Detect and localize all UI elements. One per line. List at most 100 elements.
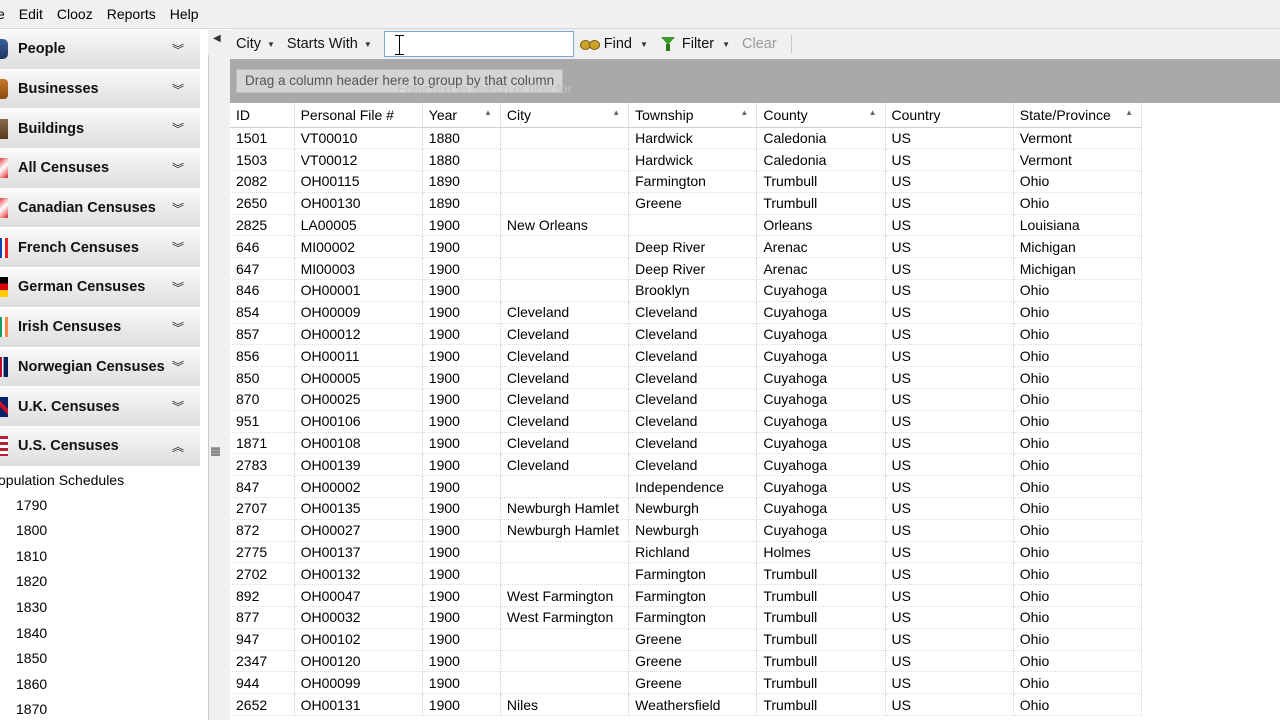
table-cell[interactable]: Trumbull — [756, 192, 886, 215]
table-row[interactable]: 947 OH00102 1900 Greene Trumbull US Ohio — [230, 628, 1143, 651]
table-cell[interactable]: Cleveland — [628, 301, 758, 324]
table-cell[interactable]: OH00130 — [294, 192, 423, 215]
table-cell[interactable]: Ohio — [1013, 366, 1143, 390]
table-cell[interactable]: Ohio — [1013, 192, 1143, 215]
table-cell[interactable]: Cleveland — [628, 432, 758, 455]
table-cell[interactable]: Cleveland — [500, 432, 630, 455]
table-cell[interactable]: Ohio — [1013, 693, 1143, 717]
nav-group-businesses[interactable]: Businesses ︾ — [0, 69, 200, 110]
table-cell[interactable]: 2652 — [230, 693, 295, 717]
table-cell[interactable]: Ohio — [1013, 671, 1143, 695]
table-cell[interactable]: Deep River — [628, 257, 758, 281]
table-cell[interactable]: Trumbull — [756, 650, 886, 673]
table-row[interactable]: 846 OH00001 1900 Brooklyn Cuyahoga US Ohio — [230, 279, 1143, 302]
table-cell[interactable]: 1900 — [422, 693, 501, 717]
table-cell[interactable]: Trumbull — [756, 628, 886, 651]
table-cell[interactable]: OH00137 — [294, 541, 423, 564]
table-cell[interactable] — [500, 628, 630, 651]
filter-button[interactable]: Filter ▼ — [654, 36, 736, 52]
table-cell[interactable]: Cuyahoga — [756, 279, 886, 302]
table-cell[interactable]: Cleveland — [628, 453, 758, 477]
nav-group-all-censuses[interactable]: All Censuses ︾ — [0, 149, 200, 189]
table-cell[interactable]: 847 — [230, 475, 295, 499]
table-cell[interactable]: US — [885, 432, 1014, 455]
column-header-country[interactable]: Country — [885, 103, 1014, 128]
table-cell[interactable]: Ohio — [1013, 475, 1143, 499]
table-row[interactable]: 2775 OH00137 1900 Richland Holmes US Ohio — [230, 541, 1143, 564]
table-cell[interactable]: Deep River — [628, 235, 758, 259]
table-cell[interactable] — [500, 148, 630, 172]
collapse-arrow-icon[interactable]: ◀ — [213, 33, 221, 44]
table-cell[interactable]: Trumbull — [756, 671, 886, 695]
table-cell[interactable]: 870 — [230, 388, 295, 411]
chevron-down-icon[interactable]: ▼ — [640, 40, 648, 49]
table-cell[interactable]: OH00027 — [294, 519, 423, 542]
table-cell[interactable]: Independence — [628, 475, 758, 499]
table-cell[interactable]: Farmington — [628, 584, 758, 608]
table-cell[interactable]: 1900 — [422, 453, 501, 477]
chevron-down-icon[interactable]: ︾ — [170, 160, 186, 177]
table-cell[interactable]: 872 — [230, 519, 295, 542]
column-header-state-province[interactable]: State/Province ▲ — [1013, 103, 1143, 128]
table-cell[interactable]: Ohio — [1013, 279, 1143, 302]
table-row[interactable]: 944 OH00099 1900 Greene Trumbull US Ohio — [230, 671, 1143, 695]
chevron-up-icon[interactable]: ︽ — [170, 438, 186, 455]
table-cell[interactable] — [500, 541, 630, 564]
chevron-down-icon[interactable]: ︾ — [170, 239, 186, 256]
table-cell[interactable] — [500, 170, 630, 193]
table-cell[interactable]: Cuyahoga — [756, 323, 886, 346]
table-cell[interactable]: Vermont — [1013, 127, 1143, 150]
table-cell[interactable]: OH00102 — [294, 628, 423, 651]
table-cell[interactable]: Cleveland — [628, 388, 758, 411]
table-row[interactable]: 847 OH00002 1900 Independence Cuyahoga US Ohio — [230, 475, 1143, 499]
table-cell[interactable]: Ohio — [1013, 519, 1143, 542]
table-cell[interactable]: VT00012 — [294, 148, 423, 172]
table-row[interactable]: 850 OH00005 1900 Cleveland Cleveland Cuyahoga… — [230, 366, 1143, 390]
table-cell[interactable]: Weathersfield — [628, 693, 758, 717]
table-cell[interactable]: 1501 — [230, 127, 295, 150]
table-cell[interactable]: Ohio — [1013, 301, 1143, 324]
table-cell[interactable]: Cleveland — [500, 410, 630, 433]
table-cell[interactable]: Cleveland — [500, 453, 630, 477]
table-cell[interactable]: Arenac — [756, 257, 886, 281]
operator-dropdown[interactable]: Starts With ▼ — [281, 36, 378, 52]
table-cell[interactable]: US — [885, 497, 1014, 520]
table-cell[interactable]: Ohio — [1013, 562, 1143, 586]
table-cell[interactable]: US — [885, 628, 1014, 651]
table-cell[interactable]: Greene — [628, 671, 758, 695]
table-cell[interactable]: US — [885, 279, 1014, 302]
table-cell[interactable]: Louisiana — [1013, 214, 1143, 237]
table-row[interactable]: 870 OH00025 1900 Cleveland Cleveland Cuyahoga… — [230, 388, 1143, 411]
table-cell[interactable]: US — [885, 192, 1014, 215]
table-cell[interactable]: OH00139 — [294, 453, 423, 477]
table-cell[interactable]: Ohio — [1013, 453, 1143, 477]
nav-year-1870[interactable]: 1870 — [0, 697, 200, 720]
table-cell[interactable]: US — [885, 344, 1014, 368]
table-cell[interactable]: 1900 — [422, 628, 501, 651]
table-cell[interactable]: 647 — [230, 257, 295, 281]
table-cell[interactable]: 1900 — [422, 366, 501, 390]
table-cell[interactable]: US — [885, 562, 1014, 586]
table-cell[interactable]: OH00012 — [294, 323, 423, 346]
table-cell[interactable]: 1900 — [422, 235, 501, 259]
table-cell[interactable]: 1900 — [422, 257, 501, 281]
menu-item-file[interactable]: e — [0, 0, 12, 29]
table-cell[interactable]: 846 — [230, 279, 295, 302]
table-cell[interactable]: US — [885, 606, 1014, 629]
column-header-id[interactable]: ID — [230, 103, 295, 128]
table-cell[interactable]: West Farmington — [500, 584, 630, 608]
table-cell[interactable]: 854 — [230, 301, 295, 324]
table-cell[interactable]: 1900 — [422, 214, 501, 237]
table-row[interactable]: 877 OH00032 1900 West Farmington Farmington T… — [230, 606, 1143, 629]
table-cell[interactable]: Cleveland — [500, 366, 630, 390]
nav-group-german-censuses[interactable]: German Censuses ︾ — [0, 268, 200, 308]
table-row[interactable]: 2082 OH00115 1890 Farmington Trumbull US Ohio — [230, 170, 1143, 193]
table-cell[interactable]: OH00108 — [294, 432, 423, 455]
table-cell[interactable]: Michigan — [1013, 235, 1143, 259]
table-cell[interactable]: 951 — [230, 410, 295, 433]
table-cell[interactable]: OH00099 — [294, 671, 423, 695]
table-cell[interactable] — [500, 475, 630, 499]
table-cell[interactable]: 892 — [230, 584, 295, 608]
table-cell[interactable]: US — [885, 127, 1014, 150]
table-cell[interactable]: US — [885, 693, 1014, 717]
